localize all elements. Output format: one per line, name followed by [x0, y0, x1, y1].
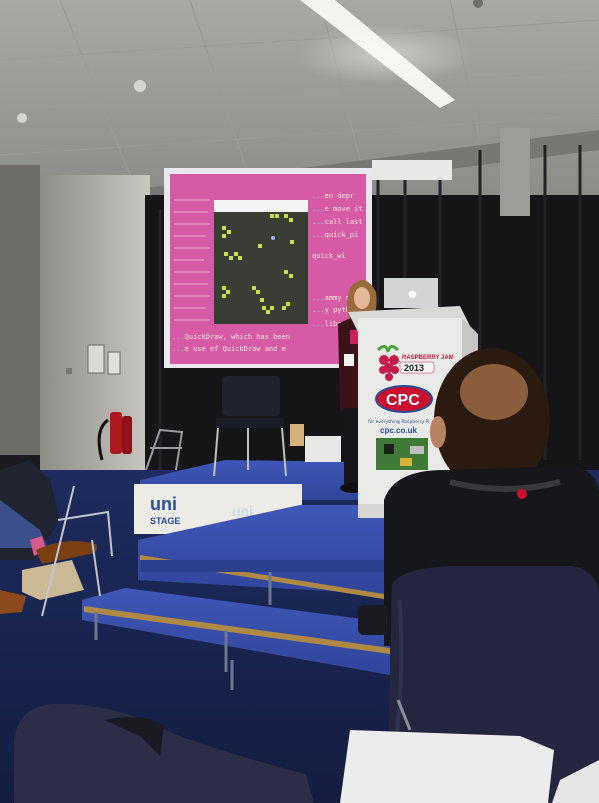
bottle	[290, 424, 304, 446]
code-line: ...call last	[312, 218, 363, 226]
window-titlebar	[214, 200, 308, 212]
pi-chip	[384, 444, 394, 454]
stage-logo-sub: STAGE	[150, 516, 180, 526]
cpc-tagline: for everything Raspberry Pi	[368, 419, 430, 425]
code-line: ...quick_pi	[312, 231, 358, 239]
light-glow	[295, 25, 475, 85]
chair-armrest	[358, 605, 388, 635]
presenter-face	[354, 287, 370, 309]
man-scalp	[460, 364, 528, 420]
pi-port	[410, 446, 424, 454]
code-line: ...ammy m	[312, 294, 350, 302]
code-line: ...QuickDraw, which has been	[172, 333, 290, 341]
event-title: RASPBERRY JAM	[402, 355, 454, 361]
man-ear	[430, 416, 446, 448]
ceiling-spotlight	[134, 80, 146, 92]
window-light	[372, 160, 452, 180]
game-of-life-panel	[214, 212, 308, 324]
conference-photo: ...en depr ...e move it ...call last ...…	[0, 0, 599, 803]
left-wall	[40, 175, 150, 475]
cpc-brand: CPC	[386, 392, 420, 409]
box	[305, 436, 341, 462]
pi-connector	[400, 458, 412, 466]
presenter-legs	[344, 408, 360, 484]
wall-socket	[66, 368, 72, 374]
cpc-url: cpc.co.uk	[380, 426, 417, 435]
name-badge	[344, 354, 354, 366]
lanyard-logo-icon	[517, 489, 527, 499]
code-line: ...e use of QuickDraw and m	[172, 345, 286, 353]
code-line: ...en depr	[312, 192, 354, 200]
paper-sheet	[340, 730, 554, 803]
stage-logo-main: uni	[150, 494, 177, 514]
code-line: quick_wi	[312, 252, 346, 260]
step-riser	[140, 560, 392, 572]
wall-notice	[107, 351, 121, 375]
apple-logo-icon: ●	[408, 289, 417, 300]
mouse-cursor	[271, 236, 275, 240]
code-line: ...e move it	[312, 205, 363, 213]
ceiling-spotlight	[17, 113, 27, 123]
pillar	[500, 128, 530, 216]
photo-canvas: ...en depr ...e move it ...call last ...…	[0, 0, 599, 803]
event-year: 2013	[404, 363, 424, 373]
wall-notice	[87, 344, 105, 374]
left-wall-dark	[0, 165, 40, 455]
